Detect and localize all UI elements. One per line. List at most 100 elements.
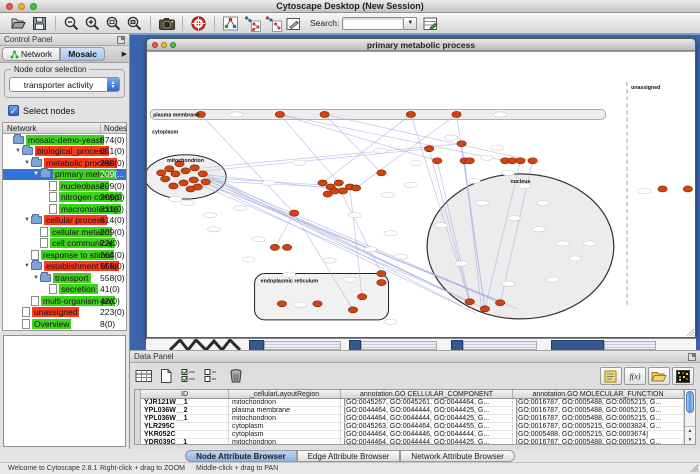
zoom-selected-icon[interactable]	[125, 14, 144, 33]
network-node[interactable]	[318, 180, 327, 186]
open-file-icon[interactable]	[9, 14, 28, 33]
network-node[interactable]	[189, 177, 198, 183]
network-node[interactable]	[181, 168, 190, 174]
attribute-matrix-icon[interactable]	[672, 367, 694, 385]
table-cell[interactable]: YDR039C__1	[141, 439, 229, 444]
table-cell[interactable]: cytoplasm	[229, 431, 341, 438]
table-scrollbar[interactable]: ▲▼	[684, 390, 695, 444]
canvas-resize-grip[interactable]	[687, 329, 694, 336]
formula-builder-icon[interactable]: f(x)	[624, 367, 646, 385]
network-node[interactable]	[658, 186, 667, 192]
network-node[interactable]	[406, 111, 415, 117]
network-node[interactable]	[270, 244, 279, 250]
tab-edge-attribute-browser[interactable]: Edge Attribute Browser	[297, 450, 401, 462]
network-node[interactable]	[377, 170, 386, 176]
annotation-icon[interactable]	[284, 14, 303, 33]
network-node[interactable]	[320, 111, 329, 117]
network-node[interactable]	[452, 111, 461, 117]
tab-mosaic[interactable]: Mosaic	[60, 47, 105, 61]
network-node[interactable]	[190, 165, 199, 171]
table-cell[interactable]: [GO:0044464, GO:0044444, GO:0044425, G..…	[341, 415, 513, 422]
zoom-out-icon[interactable]	[62, 14, 81, 33]
table-cell[interactable]: mitochondrion	[229, 399, 341, 406]
network-node[interactable]	[465, 299, 474, 305]
tree-row[interactable]: ▼transport558(0)	[3, 272, 126, 284]
network-node[interactable]	[357, 294, 366, 300]
tree-row[interactable]: nitrogen compo209(0)	[3, 192, 126, 204]
table-cell[interactable]: [GO:0044464, GO:0044444, GO:0044425, G..…	[341, 439, 513, 444]
help-icon[interactable]	[189, 14, 208, 33]
tree-row[interactable]: Overview8(0)	[3, 318, 126, 330]
network-node[interactable]	[171, 171, 180, 177]
table-cell[interactable]: YLR295C	[141, 423, 229, 430]
tree-row[interactable]: ▼cellular process614(0)	[3, 215, 126, 227]
tree-row[interactable]: response to stimul264(0)	[3, 249, 126, 261]
tree-row[interactable]: nucleobase-209(0)	[3, 180, 126, 192]
table-cell[interactable]: [GO:0016787, GO:0005488, GO:0005215, G..…	[513, 407, 684, 414]
tree-row[interactable]: ▼biological_process651(0)	[3, 146, 126, 158]
table-cell[interactable]: [GO:0045267, GO:0045261, GO:0044464, G..…	[341, 399, 513, 406]
network-node[interactable]	[289, 210, 298, 216]
table-cell[interactable]: [GO:0016787, GO:0005488, GO:0005215, G..…	[513, 439, 684, 444]
network-node[interactable]	[457, 141, 466, 147]
table-cell[interactable]: [GO:0044464, GO:0044446, GO:0044444, G..…	[341, 431, 513, 438]
zoom-in-icon[interactable]	[83, 14, 102, 33]
tab-network-attribute-browser[interactable]: Network Attribute Browser	[400, 450, 514, 462]
network-node[interactable]	[424, 146, 433, 152]
network-node[interactable]	[683, 186, 692, 192]
network-node[interactable]	[351, 185, 360, 191]
attribute-table-icon[interactable]	[134, 366, 154, 386]
network-node[interactable]	[157, 170, 166, 176]
col-molecular-function[interactable]: annotation.GO MOLECULAR_FUNCTION	[513, 390, 684, 398]
tree-row[interactable]: cell communicat22(0)	[3, 238, 126, 250]
birdseye-view[interactable]	[3, 335, 126, 447]
table-cell[interactable]: YJR121W__1	[141, 399, 229, 406]
table-cell[interactable]: [GO:0016787, GO:0005215, GO:0003824, G..…	[513, 423, 684, 430]
network-node[interactable]	[348, 307, 357, 313]
network-node[interactable]	[275, 111, 284, 117]
node-color-dropdown[interactable]: transporter activity ▲▼	[9, 77, 120, 92]
network-node[interactable]	[495, 300, 504, 306]
select-nodes-checkbox[interactable]: ✓	[8, 105, 19, 116]
tab-network[interactable]: Network	[2, 47, 60, 61]
region-plasma-membrane[interactable]	[150, 109, 606, 119]
tree-header[interactable]: Network Nodes	[3, 123, 126, 134]
search-input[interactable]	[342, 17, 404, 30]
tree-row[interactable]: unassigned223(0)	[3, 307, 126, 319]
expand-triangle-icon[interactable]: ▼	[23, 160, 31, 166]
table-row[interactable]: YLR295Ccytoplasm[GO:0045263, GO:0044464,…	[141, 423, 684, 431]
import-attributes-icon[interactable]	[648, 367, 670, 385]
network-edge[interactable]	[203, 144, 462, 168]
table-cell[interactable]: mitochondrion	[229, 439, 341, 444]
network-node[interactable]	[334, 180, 343, 186]
tree-row[interactable]: ▼establishment of lo558(0)	[3, 261, 126, 273]
zoom-fit-icon[interactable]	[104, 14, 123, 33]
tree-row[interactable]: multi-organism pro42(0)	[3, 295, 126, 307]
network-node[interactable]	[201, 179, 210, 185]
table-row[interactable]: YJR121W__1mitochondrion[GO:0045267, GO:0…	[141, 399, 684, 407]
table-cell[interactable]: YPL036W__1	[141, 415, 229, 422]
network-node[interactable]	[161, 176, 170, 182]
network-node[interactable]	[433, 158, 442, 164]
layout-icon[interactable]	[221, 14, 240, 33]
network-node[interactable]	[528, 158, 537, 164]
network-node[interactable]	[313, 301, 322, 307]
network-canvas[interactable]: plasma membranecytoplasmmitochondrionnuc…	[147, 51, 695, 337]
network-node[interactable]	[198, 171, 207, 177]
network-window-titlebar[interactable]: primary metabolic process	[147, 39, 695, 51]
network-node[interactable]	[323, 191, 332, 197]
tree-row[interactable]: cellular metabo209(0)	[3, 226, 126, 238]
network-edge[interactable]	[339, 187, 382, 274]
col-region[interactable]: _cellularLayoutRegion	[229, 390, 341, 398]
table-row[interactable]: YPL036W__2plasma membrane[GO:0044464, GO…	[141, 407, 684, 415]
tree-row[interactable]: mosaic-demo-yeast874(0)	[3, 134, 126, 146]
network-edge[interactable]	[201, 171, 442, 289]
delete-attribute-icon[interactable]	[226, 366, 246, 386]
expand-triangle-icon[interactable]: ▼	[23, 217, 31, 223]
expand-triangle-icon[interactable]: ▼	[14, 148, 22, 154]
network-node[interactable]	[193, 184, 202, 190]
network-edge[interactable]	[356, 114, 456, 188]
expand-triangle-icon[interactable]: ▼	[32, 275, 40, 281]
resize-grip[interactable]	[689, 463, 699, 473]
scrollbar-arrows[interactable]: ▲▼	[685, 426, 695, 444]
